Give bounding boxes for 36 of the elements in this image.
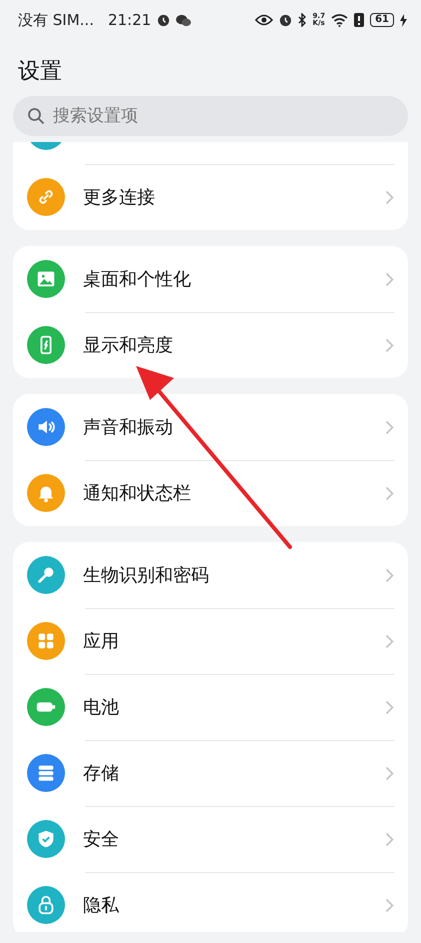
- bluetooth-icon: [298, 13, 307, 27]
- chevron-icon: [385, 272, 394, 286]
- chevron-icon: [385, 766, 394, 780]
- settings-item[interactable]: 生物识别和密码: [13, 542, 408, 608]
- settings-item[interactable]: 桌面和个性化: [13, 246, 408, 312]
- chevron-icon: [385, 832, 394, 846]
- settings-item[interactable]: 安全: [13, 806, 408, 872]
- settings-item[interactable]: 更多连接: [13, 164, 408, 230]
- chevron-icon: [385, 338, 394, 352]
- settings-item[interactable]: 显示和亮度: [13, 312, 408, 378]
- chevron-icon: [385, 898, 394, 912]
- chevron-icon: [385, 700, 394, 714]
- page-title: 设置: [17, 58, 63, 86]
- search-field[interactable]: 搜索设置项: [13, 96, 408, 136]
- chevron-icon: [385, 420, 394, 434]
- carrier-text: 没有 SIM...: [18, 10, 94, 30]
- settings-item[interactable]: 电池: [13, 674, 408, 740]
- charging-icon: [400, 14, 407, 26]
- eye-icon: [254, 14, 273, 26]
- alarm-icon: [157, 14, 170, 26]
- search-icon: [27, 107, 45, 125]
- alert-icon: [354, 13, 364, 27]
- wifi-icon: [331, 14, 348, 26]
- settings-item[interactable]: 通知和状态栏: [13, 460, 408, 526]
- battery-level: 61: [370, 13, 394, 27]
- clock-time: 21:21: [108, 11, 152, 29]
- chevron-icon: [385, 190, 394, 204]
- chat-icon: [176, 14, 192, 26]
- chevron-icon: [385, 634, 394, 648]
- chevron-icon: [385, 568, 394, 582]
- settings-item[interactable]: 存储: [13, 740, 408, 806]
- chevron-icon: [385, 486, 394, 500]
- settings-item[interactable]: 隐私: [13, 872, 408, 932]
- settings-item[interactable]: 应用: [13, 608, 408, 674]
- settings-item[interactable]: 声音和振动: [13, 394, 408, 460]
- alarm-icon: [278, 14, 292, 26]
